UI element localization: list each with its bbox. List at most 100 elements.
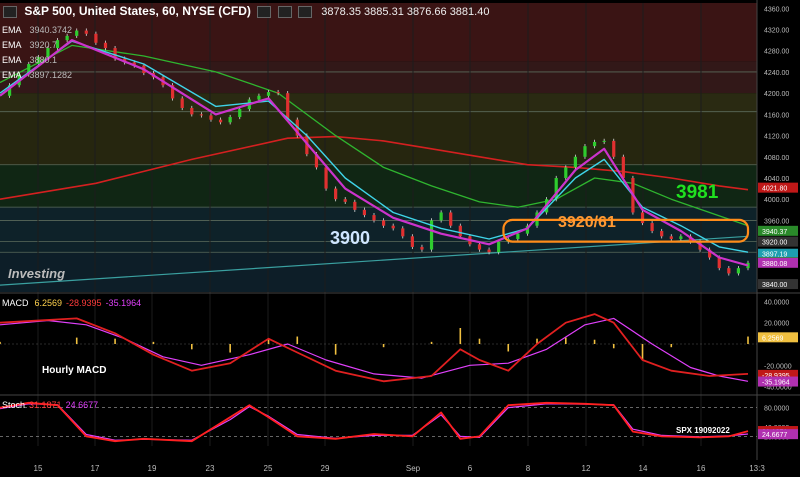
x-tick-label: 17 xyxy=(91,464,100,473)
candle-body xyxy=(602,140,606,142)
camera-icon[interactable] xyxy=(257,5,272,18)
price-chart[interactable]: 4360.00 4320.00 4280.00 4240.00 4200.00 4160.… xyxy=(0,0,800,477)
macd-tick-label: 20.0000 xyxy=(764,321,789,328)
x-tick-label: 14 xyxy=(639,464,648,473)
candle-body xyxy=(516,233,520,239)
macd-hist-bar xyxy=(152,341,155,344)
x-tick-label: 16 xyxy=(697,464,706,473)
x-tick-label: 12 xyxy=(582,464,591,473)
candle xyxy=(324,165,328,191)
price-tick-label: 4240.00 xyxy=(764,70,789,77)
candle-body xyxy=(180,98,184,108)
candle-body xyxy=(420,246,424,250)
candle-body xyxy=(228,117,232,123)
candle xyxy=(564,165,568,181)
candle-body xyxy=(324,167,328,189)
candle-body xyxy=(487,249,491,253)
candle-body xyxy=(372,215,376,221)
candle xyxy=(334,186,338,202)
macd-hist-bar xyxy=(75,337,78,344)
macd-line xyxy=(0,313,749,383)
macd-hist-bar xyxy=(382,344,385,348)
ema-legend-2[interactable]: EMA 3920.7 xyxy=(2,40,57,50)
candle-body xyxy=(410,236,414,247)
macd-hist-bar xyxy=(296,336,299,344)
candle-body xyxy=(449,212,453,226)
candle-body xyxy=(621,156,625,178)
macd-hist-bar xyxy=(430,341,433,344)
macd-hist-bar xyxy=(670,344,673,348)
candle xyxy=(410,234,414,250)
dropdown-icon[interactable] xyxy=(3,5,17,18)
candle-body xyxy=(592,141,597,147)
macd-badge-label: -35.1964 xyxy=(762,380,790,387)
macd-tick-label: 40.0000 xyxy=(764,299,789,306)
candle-body xyxy=(343,199,347,202)
price-tick-label: 4200.00 xyxy=(764,91,789,98)
macd-hist-bar xyxy=(593,339,596,344)
macd-hist-bar xyxy=(114,338,116,344)
candle-body xyxy=(736,268,741,274)
candle-body xyxy=(209,115,213,120)
candle-body xyxy=(497,241,501,253)
price-tick-label: 3960.00 xyxy=(764,218,789,225)
price-badge-label: 4021.80 xyxy=(762,186,787,193)
price-badge-label: 3840.00 xyxy=(762,282,787,289)
candle-body xyxy=(75,30,79,36)
stoch-tick-label: 80.0000 xyxy=(764,406,789,413)
close-icon[interactable] xyxy=(297,5,312,18)
x-tick-label: 25 xyxy=(264,464,273,473)
macd-hist-bar xyxy=(612,344,615,349)
price-tick-label: 4000.00 xyxy=(764,197,789,204)
candle-body xyxy=(640,212,645,224)
candle-body xyxy=(353,201,357,210)
candle-body xyxy=(439,212,443,221)
candle-body xyxy=(650,223,654,232)
price-tick-label: 4160.00 xyxy=(764,112,789,119)
macd-legend[interactable]: MACD 6.2569 -28.9395 -35.1964 xyxy=(2,298,141,308)
candle-body xyxy=(401,228,405,237)
price-badge-label: 3920.00 xyxy=(762,240,787,247)
macd-tick-label: -20.0000 xyxy=(764,363,792,370)
chart-header: S&P 500, United States, 60, NYSE (CFD) 3… xyxy=(0,4,489,18)
x-tick-label: 8 xyxy=(526,464,531,473)
candle xyxy=(573,154,577,170)
macd-hist-bar xyxy=(229,344,231,353)
x-tick-label: Sep xyxy=(406,464,421,473)
price-tick-label: 4120.00 xyxy=(764,134,789,141)
candle-body xyxy=(103,42,108,49)
symbol-title: S&P 500, United States, 60, NYSE (CFD) xyxy=(24,4,251,18)
x-tick-label: 23 xyxy=(206,464,215,473)
footer-note: SPX 19092022 xyxy=(676,426,730,435)
zone-3920-61-label: 3920/61 xyxy=(558,214,616,231)
macd-hist-bar xyxy=(747,336,749,344)
candle-body xyxy=(573,156,577,168)
x-tick-label: 6 xyxy=(468,464,473,473)
x-tick-label: 15 xyxy=(34,464,43,473)
macd-hist-bar xyxy=(190,344,193,350)
candle-body xyxy=(257,95,261,100)
candle-body xyxy=(286,93,290,120)
ema-legend-4[interactable]: EMA 3897.1282 xyxy=(2,70,72,80)
candle-body xyxy=(190,107,194,115)
candle-body xyxy=(362,209,367,216)
candle-body xyxy=(477,244,482,250)
x-tick-label: 29 xyxy=(321,464,330,473)
x-tick-label: 19 xyxy=(148,464,157,473)
candle-body xyxy=(94,33,98,43)
candle-body xyxy=(583,146,587,157)
stoch-legend[interactable]: Stoch 31.1871 24.6677 xyxy=(2,400,98,410)
settings-icon[interactable] xyxy=(277,5,292,18)
level-3900-label: 3900 xyxy=(330,228,371,248)
ema-legend-1[interactable]: EMA 3940.3742 xyxy=(2,25,72,35)
price-tick-label: 4360.00 xyxy=(764,6,789,13)
candle xyxy=(449,210,453,228)
candle xyxy=(583,144,587,159)
candle-body xyxy=(65,35,69,41)
candle xyxy=(429,218,434,252)
ema-legend-3[interactable]: EMA 3880.1 xyxy=(2,55,57,65)
macd-hist-bar xyxy=(507,344,510,352)
candle-body xyxy=(84,30,88,34)
candle-body xyxy=(266,92,271,96)
candle-body xyxy=(679,236,683,239)
